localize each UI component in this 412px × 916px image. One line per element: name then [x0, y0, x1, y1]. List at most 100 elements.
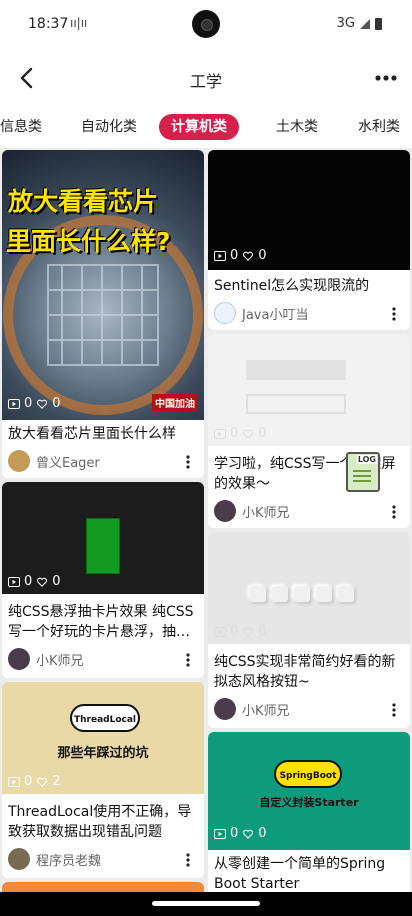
like-count: 0: [258, 624, 267, 639]
skeleton-block: [246, 360, 346, 380]
video-card[interactable]: 0 0 学习啦，纯CSS写一个骨架屏的效果～ 小K师兄: [208, 334, 410, 528]
heart-icon: [243, 829, 254, 839]
thumbnail-caption: 那些年踩过的坑: [57, 746, 149, 761]
signal-icon: [360, 18, 370, 29]
card-title: Sentinel怎么实现限流的: [214, 278, 370, 294]
more-vertical-icon[interactable]: [180, 454, 196, 470]
avatar: [214, 698, 236, 720]
video-card[interactable]: 0 0 Sentinel怎么实现限流的 Java小叮当: [208, 150, 410, 330]
avatar: [8, 450, 30, 472]
card-title: ThreadLocal使用不正确，导致获取数据出现错乱问题: [8, 804, 192, 840]
video-card[interactable]: 放大看看芯片 里面长什么样? 中国加油 0 0 放大看看芯片里面长什么样 曾义E…: [2, 150, 204, 478]
video-stats: 0 0: [214, 248, 267, 263]
top-app-bar: 工学: [0, 50, 412, 106]
author-row[interactable]: Java小叮当: [214, 302, 308, 324]
avatar: [214, 302, 236, 324]
system-nav-bar: [0, 892, 412, 916]
card-title: 从零创建一个简单的Spring Boot Starter: [214, 856, 386, 892]
view-count: 0: [230, 248, 239, 263]
author-name: 程序员老魏: [36, 853, 102, 869]
tab-automation[interactable]: 自动化类: [69, 114, 149, 140]
video-card[interactable]: 0 0 纯CSS实现非常简约好看的新拟态风格按钮~ 小K师兄: [208, 532, 410, 728]
status-signal-extra: ıı|ıı: [70, 16, 88, 30]
tab-information[interactable]: 信息类: [0, 114, 54, 140]
view-count: 0: [230, 624, 239, 639]
author-name: Java小叮当: [242, 307, 309, 323]
avatar: [8, 648, 30, 670]
camera-cutout: [192, 10, 220, 38]
battery-icon: [375, 17, 382, 30]
home-gesture-handle[interactable]: [152, 901, 260, 906]
log-label: LOG: [356, 455, 377, 464]
view-count: 0: [24, 396, 33, 411]
video-card[interactable]: SpringBoot 自定义封装Starter 0 0 从零创建一个简单的Spr…: [208, 732, 410, 892]
author-name: 小K师兄: [36, 653, 84, 669]
author-row[interactable]: 曾义Eager: [8, 450, 100, 472]
avatar: [8, 848, 30, 870]
green-card-graphic: [86, 518, 120, 574]
video-card-partial[interactable]: [2, 882, 204, 892]
like-count: 0: [52, 396, 61, 411]
status-time: 18:37: [28, 16, 69, 32]
author-row[interactable]: 小K师兄: [8, 648, 84, 670]
more-vertical-icon[interactable]: [386, 702, 402, 718]
thumbnail-bubble: SpringBoot: [274, 760, 342, 788]
thumbnail-bubble: ThreadLocal: [70, 704, 140, 732]
heart-icon: [243, 429, 254, 439]
play-count-icon: [214, 428, 226, 439]
like-count: 0: [52, 574, 61, 589]
author-name: 曾义Eager: [36, 455, 100, 471]
author-row[interactable]: 小K师兄: [214, 500, 290, 522]
play-count-icon: [214, 250, 226, 261]
log-badge[interactable]: LOG: [346, 452, 380, 492]
card-title: 放大看看芯片里面长什么样: [8, 426, 176, 442]
video-card[interactable]: 0 0 纯CSS悬浮抽卡片效果 纯CSS写一个好玩的卡片悬浮，抽… 小K师兄: [2, 482, 204, 678]
log-lines: [353, 470, 371, 472]
page-title: 工学: [189, 72, 222, 91]
thumbnail-watermark: 中国加油: [152, 394, 198, 411]
heart-icon: [243, 627, 254, 637]
more-vertical-icon[interactable]: [180, 852, 196, 868]
play-count-icon: [214, 828, 226, 839]
like-count: 0: [258, 826, 267, 841]
author-row[interactable]: 小K师兄: [214, 698, 290, 720]
skeleton-block: [246, 394, 346, 414]
neumorphic-buttons: [250, 586, 354, 602]
tab-water-conservancy[interactable]: 水利类: [346, 114, 412, 140]
heart-icon: [37, 577, 48, 587]
network-type: 3G: [336, 16, 355, 31]
heart-icon: [243, 251, 254, 261]
view-count: 0: [230, 826, 239, 841]
status-indicators: 3G: [337, 16, 382, 31]
heart-icon: [37, 399, 48, 409]
view-count: 0: [230, 426, 239, 441]
play-count-icon: [8, 576, 20, 587]
author-row[interactable]: 程序员老魏: [8, 848, 101, 870]
more-vertical-icon[interactable]: [180, 652, 196, 668]
thumbnail-headline-1: 放大看看芯片: [8, 187, 159, 216]
like-count: 0: [258, 248, 267, 263]
more-horizontal-icon[interactable]: [372, 64, 400, 92]
video-stats: 0 0: [214, 624, 267, 639]
play-count-icon: [8, 776, 20, 787]
avatar: [214, 500, 236, 522]
card-title: 纯CSS实现非常简约好看的新拟态风格按钮~: [214, 654, 396, 690]
more-vertical-icon[interactable]: [386, 504, 402, 520]
video-card[interactable]: ThreadLocal 那些年踩过的坑 0 2 ThreadLocal使用不正确…: [2, 682, 204, 878]
category-tabs: 信息类 自动化类 计算机类 土木类 水利类: [0, 106, 412, 148]
video-thumbnail: 放大看看芯片 里面长什么样? 中国加油: [2, 150, 204, 420]
like-count: 2: [52, 774, 61, 789]
video-stats: 0 0: [214, 426, 267, 441]
video-stats: 0 2: [8, 774, 61, 789]
play-count-icon: [214, 626, 226, 637]
video-stats: 0 0: [8, 396, 61, 411]
tab-civil[interactable]: 土木类: [264, 114, 330, 140]
author-name: 小K师兄: [242, 505, 290, 521]
video-stats: 0 0: [8, 574, 61, 589]
heart-icon: [37, 777, 48, 787]
author-name: 小K师兄: [242, 703, 290, 719]
card-title: 纯CSS悬浮抽卡片效果 纯CSS写一个好玩的卡片悬浮，抽…: [8, 604, 194, 640]
tab-computer[interactable]: 计算机类: [159, 114, 239, 140]
play-count-icon: [8, 398, 20, 409]
more-vertical-icon[interactable]: [386, 306, 402, 322]
